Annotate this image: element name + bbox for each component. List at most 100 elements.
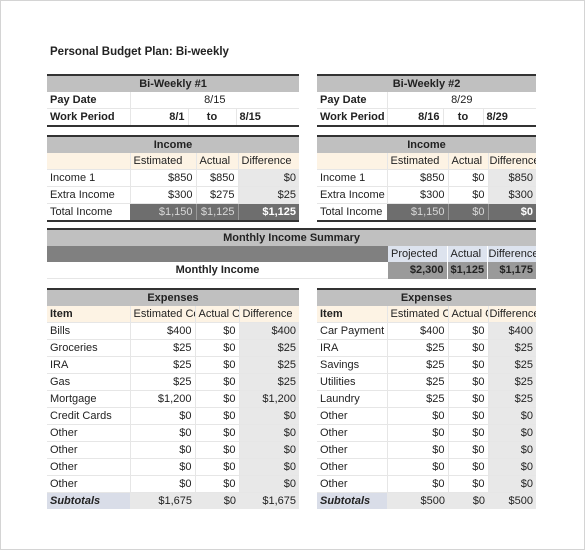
- expenses-2-block: Expenses Item Estimated C Actual C Diffe…: [317, 288, 536, 509]
- expense-estimated[interactable]: $0: [130, 458, 196, 476]
- expense-item[interactable]: Other: [317, 441, 388, 459]
- expense-item[interactable]: Savings: [317, 356, 388, 374]
- expense-estimated[interactable]: $0: [387, 407, 449, 425]
- expense-difference: $0: [488, 475, 536, 493]
- expense-estimated[interactable]: $0: [130, 475, 196, 493]
- income-row: Extra Income $300 $275 $25: [47, 186, 300, 204]
- income-estimated[interactable]: $850: [130, 169, 197, 187]
- expense-actual[interactable]: $0: [448, 356, 489, 374]
- income-actual[interactable]: $275: [196, 186, 239, 204]
- col-projected: Projected: [388, 246, 448, 262]
- expense-estimated[interactable]: $25: [130, 373, 196, 391]
- expense-actual[interactable]: $0: [195, 390, 240, 408]
- expense-actual[interactable]: $0: [195, 356, 240, 374]
- expense-actual[interactable]: $0: [195, 322, 240, 340]
- expense-estimated[interactable]: $0: [130, 407, 196, 425]
- expense-actual[interactable]: $0: [448, 407, 489, 425]
- expense-actual[interactable]: $0: [448, 373, 489, 391]
- expense-estimated[interactable]: $25: [387, 356, 449, 374]
- income-1-block: Income Estimated Actual Difference Incom…: [47, 135, 300, 222]
- expense-difference: $25: [488, 373, 536, 391]
- expense-row: Other $0 $0 $0: [317, 424, 536, 442]
- expense-actual[interactable]: $0: [195, 407, 240, 425]
- monthly-income-label: Monthly Income: [47, 262, 388, 279]
- income-estimated[interactable]: $300: [130, 186, 197, 204]
- pay-date-label: Pay Date: [47, 92, 131, 109]
- income-estimated[interactable]: $850: [387, 169, 449, 187]
- subtotal-label: Subtotals: [317, 492, 387, 509]
- expense-actual[interactable]: $0: [195, 424, 240, 442]
- expense-item[interactable]: IRA: [47, 356, 131, 374]
- monthly-difference: $1,175: [487, 262, 537, 279]
- expense-actual[interactable]: $0: [448, 475, 489, 493]
- expense-row: Laundry $25 $0 $25: [317, 390, 536, 408]
- income-actual[interactable]: $850: [196, 169, 239, 187]
- expense-estimated[interactable]: $0: [387, 458, 449, 476]
- col-estimated: Estimated: [387, 153, 449, 170]
- expense-item[interactable]: Laundry: [317, 390, 388, 408]
- expense-item[interactable]: Groceries: [47, 339, 131, 357]
- income-difference: $850: [488, 169, 537, 187]
- expense-estimated[interactable]: $0: [387, 475, 449, 493]
- expense-item[interactable]: IRA: [317, 339, 388, 357]
- expense-actual[interactable]: $0: [448, 339, 489, 357]
- expense-estimated[interactable]: $400: [130, 322, 196, 340]
- col-actual: Actual: [447, 246, 488, 262]
- page-title: Personal Budget Plan: Bi-weekly: [50, 46, 229, 58]
- total-difference: $1,125: [238, 203, 300, 222]
- work-end-cell[interactable]: 8/15: [236, 108, 300, 127]
- expense-item[interactable]: Mortgage: [47, 390, 131, 408]
- expense-item[interactable]: Bills: [47, 322, 131, 340]
- col-difference: Difference: [487, 246, 537, 262]
- expense-item[interactable]: Utilities: [317, 373, 388, 391]
- expense-item[interactable]: Other: [47, 424, 131, 442]
- income-actual[interactable]: $0: [448, 186, 489, 204]
- income-label: Extra Income: [47, 186, 131, 204]
- expense-difference: $0: [239, 458, 299, 476]
- pay-date-cell[interactable]: 8/29: [387, 92, 537, 109]
- expense-actual[interactable]: $0: [448, 458, 489, 476]
- expense-estimated[interactable]: $0: [387, 424, 449, 442]
- work-start-cell[interactable]: 8/16: [387, 108, 444, 127]
- expense-item[interactable]: Other: [317, 458, 388, 476]
- expense-estimated[interactable]: $25: [387, 390, 449, 408]
- work-start-cell[interactable]: 8/1: [130, 108, 189, 127]
- expense-actual[interactable]: $0: [448, 441, 489, 459]
- expense-row: Mortgage $1,200 $0 $1,200: [47, 390, 299, 408]
- expense-item[interactable]: Other: [317, 475, 388, 493]
- expense-estimated[interactable]: $0: [387, 441, 449, 459]
- expense-item[interactable]: Gas: [47, 373, 131, 391]
- expense-row: Other $0 $0 $0: [317, 441, 536, 459]
- expense-estimated[interactable]: $400: [387, 322, 449, 340]
- expense-estimated[interactable]: $0: [130, 441, 196, 459]
- expense-actual[interactable]: $0: [195, 458, 240, 476]
- expense-item[interactable]: Other: [317, 424, 388, 442]
- income-1-table: Income Estimated Actual Difference Incom…: [47, 135, 300, 222]
- expense-item[interactable]: Other: [47, 441, 131, 459]
- expense-row: Other $0 $0 $0: [317, 475, 536, 493]
- expense-estimated[interactable]: $25: [387, 373, 449, 391]
- income-estimated[interactable]: $300: [387, 186, 449, 204]
- expense-item[interactable]: Other: [47, 475, 131, 493]
- expense-item[interactable]: Other: [317, 407, 388, 425]
- expense-actual[interactable]: $0: [195, 373, 240, 391]
- expense-actual[interactable]: $0: [195, 441, 240, 459]
- expense-item[interactable]: Credit Cards: [47, 407, 131, 425]
- pay-date-cell[interactable]: 8/15: [130, 92, 300, 109]
- expense-estimated[interactable]: $25: [130, 356, 196, 374]
- subtotal-estimated: $500: [387, 492, 448, 509]
- expense-estimated[interactable]: $25: [387, 339, 449, 357]
- expense-estimated[interactable]: $1,200: [130, 390, 196, 408]
- expense-actual[interactable]: $0: [195, 339, 240, 357]
- expense-item[interactable]: Other: [47, 458, 131, 476]
- expense-difference: $25: [488, 390, 536, 408]
- expense-actual[interactable]: $0: [448, 390, 489, 408]
- expense-actual[interactable]: $0: [195, 475, 240, 493]
- expense-estimated[interactable]: $25: [130, 339, 196, 357]
- expense-actual[interactable]: $0: [448, 424, 489, 442]
- expense-item[interactable]: Car Payment: [317, 322, 388, 340]
- expense-actual[interactable]: $0: [448, 322, 489, 340]
- work-end-cell[interactable]: 8/29: [483, 108, 537, 127]
- expense-estimated[interactable]: $0: [130, 424, 196, 442]
- income-actual[interactable]: $0: [448, 169, 489, 187]
